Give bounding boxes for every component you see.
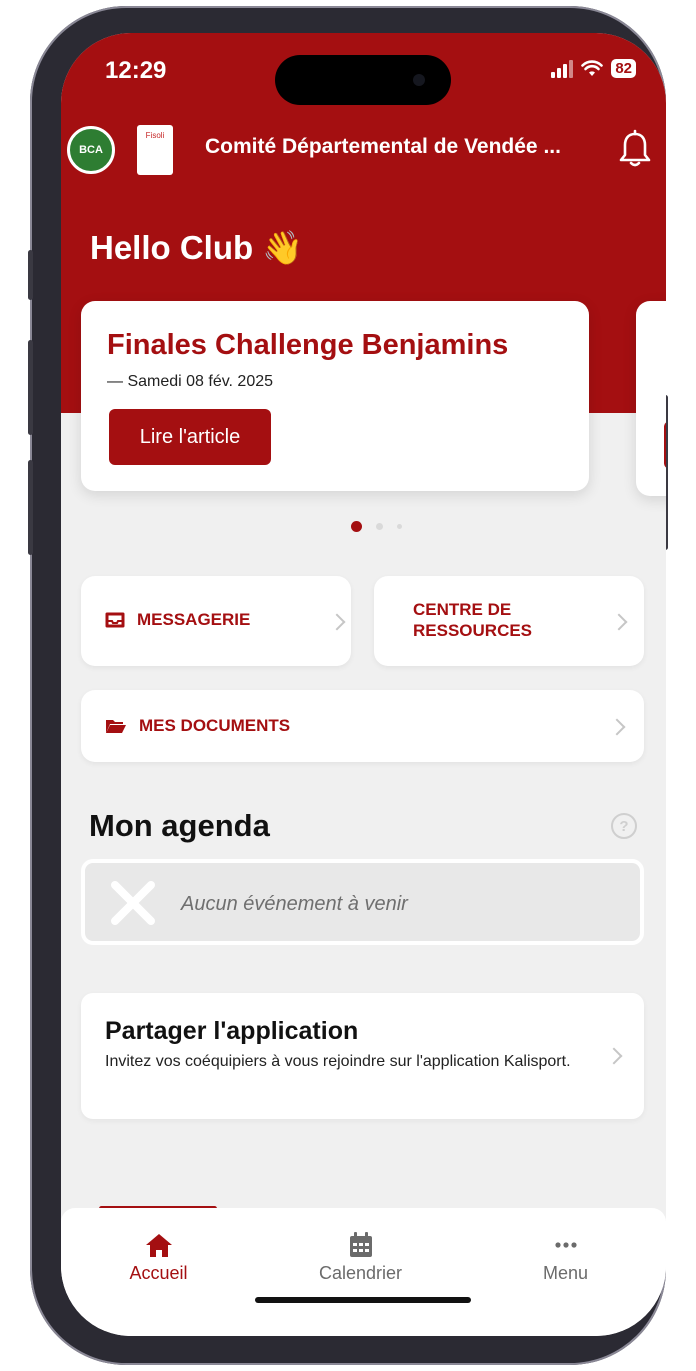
agenda-title: Mon agenda [89,808,270,843]
help-icon[interactable]: ? [611,813,637,839]
app-header: BCA Fisoli Comité Départemental de Vendé… [61,121,666,181]
tab-calendrier[interactable]: Calendrier [260,1208,461,1308]
ressources-tile[interactable]: CENTRE DE RESSOURCES [374,576,644,666]
share-description: Invitez vos coéquipiers à vous rejoindre… [105,1053,571,1070]
partner-logo-text: Fisoli [145,131,165,140]
news-card-date: — Samedi 08 fév. 2025 [107,373,274,390]
tab-accueil-label: Accueil [129,1263,188,1283]
status-bar: 12:29 82 [61,55,666,105]
chevron-right-icon [608,718,626,736]
next-card-button[interactable] [664,421,666,469]
news-card-title: Finales Challenge Benjamins [107,329,509,361]
organization-title[interactable]: Comité Départemental de Vendée ... [205,135,561,159]
partner-logo[interactable]: Fisoli [137,125,173,175]
device-volume-down [28,460,33,555]
device-volume-up [28,340,33,435]
club-logo-text: BCA [79,144,103,156]
tab-bar: Accueil Calendrier Menu [61,1208,666,1336]
club-logo[interactable]: BCA [67,126,115,174]
documents-tile[interactable]: MES DOCUMENTS [81,690,644,762]
tab-menu[interactable]: Menu [465,1208,666,1308]
page-dot[interactable] [397,524,402,529]
battery-indicator: 82 [611,59,636,78]
inbox-icon [105,612,125,628]
read-article-button[interactable]: Lire l'article [109,409,271,465]
greeting-title: Hello Club 👋 [90,229,304,266]
share-title: Partager l'application [105,1017,359,1045]
carousel-pagination[interactable] [351,521,402,532]
signal-icon [551,59,574,78]
status-time: 12:29 [105,57,167,84]
ressources-label-line2: RESSOURCES [413,621,533,640]
agenda-empty-state: Aucun événement à venir [81,859,644,945]
calendar-icon [349,1232,372,1257]
chevron-right-icon [328,613,346,631]
tab-calendrier-label: Calendrier [318,1263,403,1283]
status-icons: 82 [551,59,636,78]
documents-label: MES DOCUMENTS [139,716,291,735]
chevron-right-icon [605,1047,623,1065]
more-icon [554,1242,577,1248]
page-dot-active[interactable] [351,521,362,532]
app-screen: 12:29 82 BCA Fisoli Comité Départemental… [61,33,666,1336]
tab-accueil[interactable]: Accueil [61,1208,259,1308]
home-indicator[interactable] [255,1297,471,1303]
home-icon [145,1234,172,1257]
messagerie-tile[interactable]: MESSAGERIE [81,576,351,666]
next-news-card[interactable] [636,301,666,496]
share-app-card[interactable]: Partager l'application Invitez vos coéqu… [81,993,644,1119]
device-mute-switch [28,250,33,300]
ressources-label-line1: CENTRE DE [413,600,512,619]
close-icon [111,881,155,925]
dynamic-island [275,55,451,105]
empty-agenda-text: Aucun événement à venir [181,893,408,915]
news-card[interactable]: Finales Challenge Benjamins — Samedi 08 … [81,301,589,491]
page-dot[interactable] [376,523,383,530]
chevron-right-icon [610,613,628,631]
messagerie-label: MESSAGERIE [137,610,251,629]
tab-menu-label: Menu [542,1263,589,1283]
camera-icon [413,74,425,86]
bell-icon[interactable] [618,129,652,169]
wifi-icon [581,59,604,76]
folder-open-icon [106,720,126,733]
